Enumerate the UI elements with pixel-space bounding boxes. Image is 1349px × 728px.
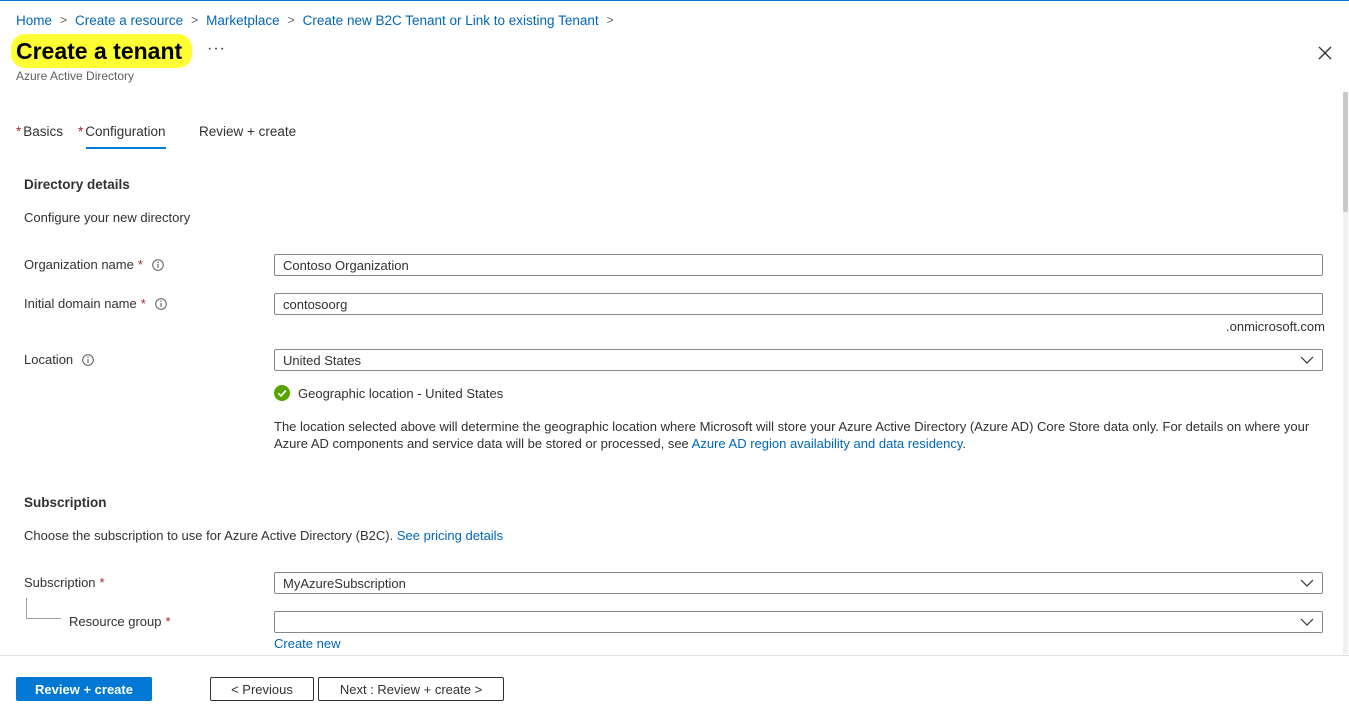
directory-details-heading: Directory details (24, 177, 130, 192)
required-marker: * (165, 614, 171, 629)
chevron-down-icon (1300, 356, 1314, 364)
organization-name-input[interactable] (274, 254, 1323, 276)
next-review-create-button[interactable]: Next : Review + create > (318, 677, 504, 701)
tab-basics[interactable]: * Basics (16, 124, 63, 139)
location-note: The location selected above will determi… (274, 418, 1326, 452)
tree-connector (26, 598, 61, 619)
title-highlight: Create a tenant (11, 34, 193, 68)
breadcrumb-separator: > (60, 13, 68, 27)
subscription-description: Choose the subscription to use for Azure… (24, 528, 503, 543)
location-note-end: . (962, 436, 967, 451)
tab-label: Review + create (199, 124, 297, 139)
directory-description: Configure your new directory (24, 210, 191, 225)
selected-value: United States (283, 352, 362, 368)
breadcrumb: Home > Create a resource > Marketplace >… (16, 11, 622, 29)
previous-button[interactable]: < Previous (210, 677, 314, 701)
breadcrumb-separator: > (606, 13, 614, 27)
top-accent-line (0, 0, 1349, 1)
label-text: Organization name (24, 257, 134, 272)
subscription-select[interactable]: MyAzureSubscription (274, 572, 1323, 594)
initial-domain-input[interactable] (274, 293, 1323, 315)
required-marker: * (78, 124, 84, 139)
breadcrumb-home[interactable]: Home (16, 13, 52, 28)
active-tab-indicator (86, 147, 166, 149)
chevron-down-icon (1300, 618, 1314, 626)
required-marker: * (140, 296, 146, 311)
selected-value: MyAzureSubscription (283, 575, 406, 591)
scrollbar-thumb[interactable] (1343, 92, 1348, 212)
required-marker: * (137, 257, 143, 272)
resource-group-label: Resource group * (69, 614, 171, 629)
location-label: Location (24, 352, 94, 367)
subscription-heading: Subscription (24, 495, 107, 510)
required-marker: * (16, 124, 22, 139)
domain-suffix: .onmicrosoft.com (1226, 319, 1325, 334)
tab-configuration[interactable]: * Configuration (78, 124, 166, 149)
footer-divider (0, 655, 1349, 656)
breadcrumb-create-resource[interactable]: Create a resource (75, 13, 183, 28)
tab-label: Basics (23, 124, 64, 139)
breadcrumb-marketplace[interactable]: Marketplace (206, 13, 280, 28)
label-text: Resource group (69, 614, 162, 629)
initial-domain-label: Initial domain name * (24, 296, 167, 311)
info-icon[interactable] (152, 258, 164, 271)
pricing-details-link[interactable]: See pricing details (397, 528, 503, 543)
geo-location-status: Geographic location - United States (274, 385, 503, 401)
page-subtitle: Azure Active Directory (16, 69, 135, 83)
breadcrumb-separator: > (287, 13, 295, 27)
region-availability-link[interactable]: Azure AD region availability and data re… (692, 436, 963, 451)
location-select[interactable]: United States (274, 349, 1323, 371)
subscription-label: Subscription * (24, 575, 105, 590)
create-new-resource-group-link[interactable]: Create new (274, 636, 340, 651)
success-check-icon (274, 385, 290, 401)
label-text: Initial domain name (24, 296, 137, 311)
label-text: Location (24, 352, 74, 367)
close-icon[interactable] (1316, 44, 1334, 62)
breadcrumb-b2c-tenant[interactable]: Create new B2C Tenant or Link to existin… (303, 13, 599, 28)
info-icon[interactable] (154, 297, 167, 310)
required-marker: * (99, 575, 105, 590)
chevron-down-icon (1300, 579, 1314, 587)
page-title: Create a tenant (16, 38, 183, 64)
breadcrumb-separator: > (191, 13, 199, 27)
resource-group-select[interactable] (274, 611, 1323, 633)
tab-review-create[interactable]: Review + create (199, 124, 296, 139)
subscription-description-text: Choose the subscription to use for Azure… (24, 528, 397, 543)
tab-label: Configuration (85, 124, 166, 139)
review-create-button[interactable]: Review + create (16, 677, 152, 701)
more-actions-button[interactable]: ··· (207, 40, 226, 58)
vertical-scrollbar[interactable] (1343, 92, 1348, 654)
page-title-area: Create a tenant (11, 33, 193, 69)
label-text: Subscription (24, 575, 96, 590)
geo-location-message: Geographic location - United States (298, 385, 504, 401)
organization-name-label: Organization name * (24, 257, 164, 272)
info-icon[interactable] (82, 353, 94, 366)
